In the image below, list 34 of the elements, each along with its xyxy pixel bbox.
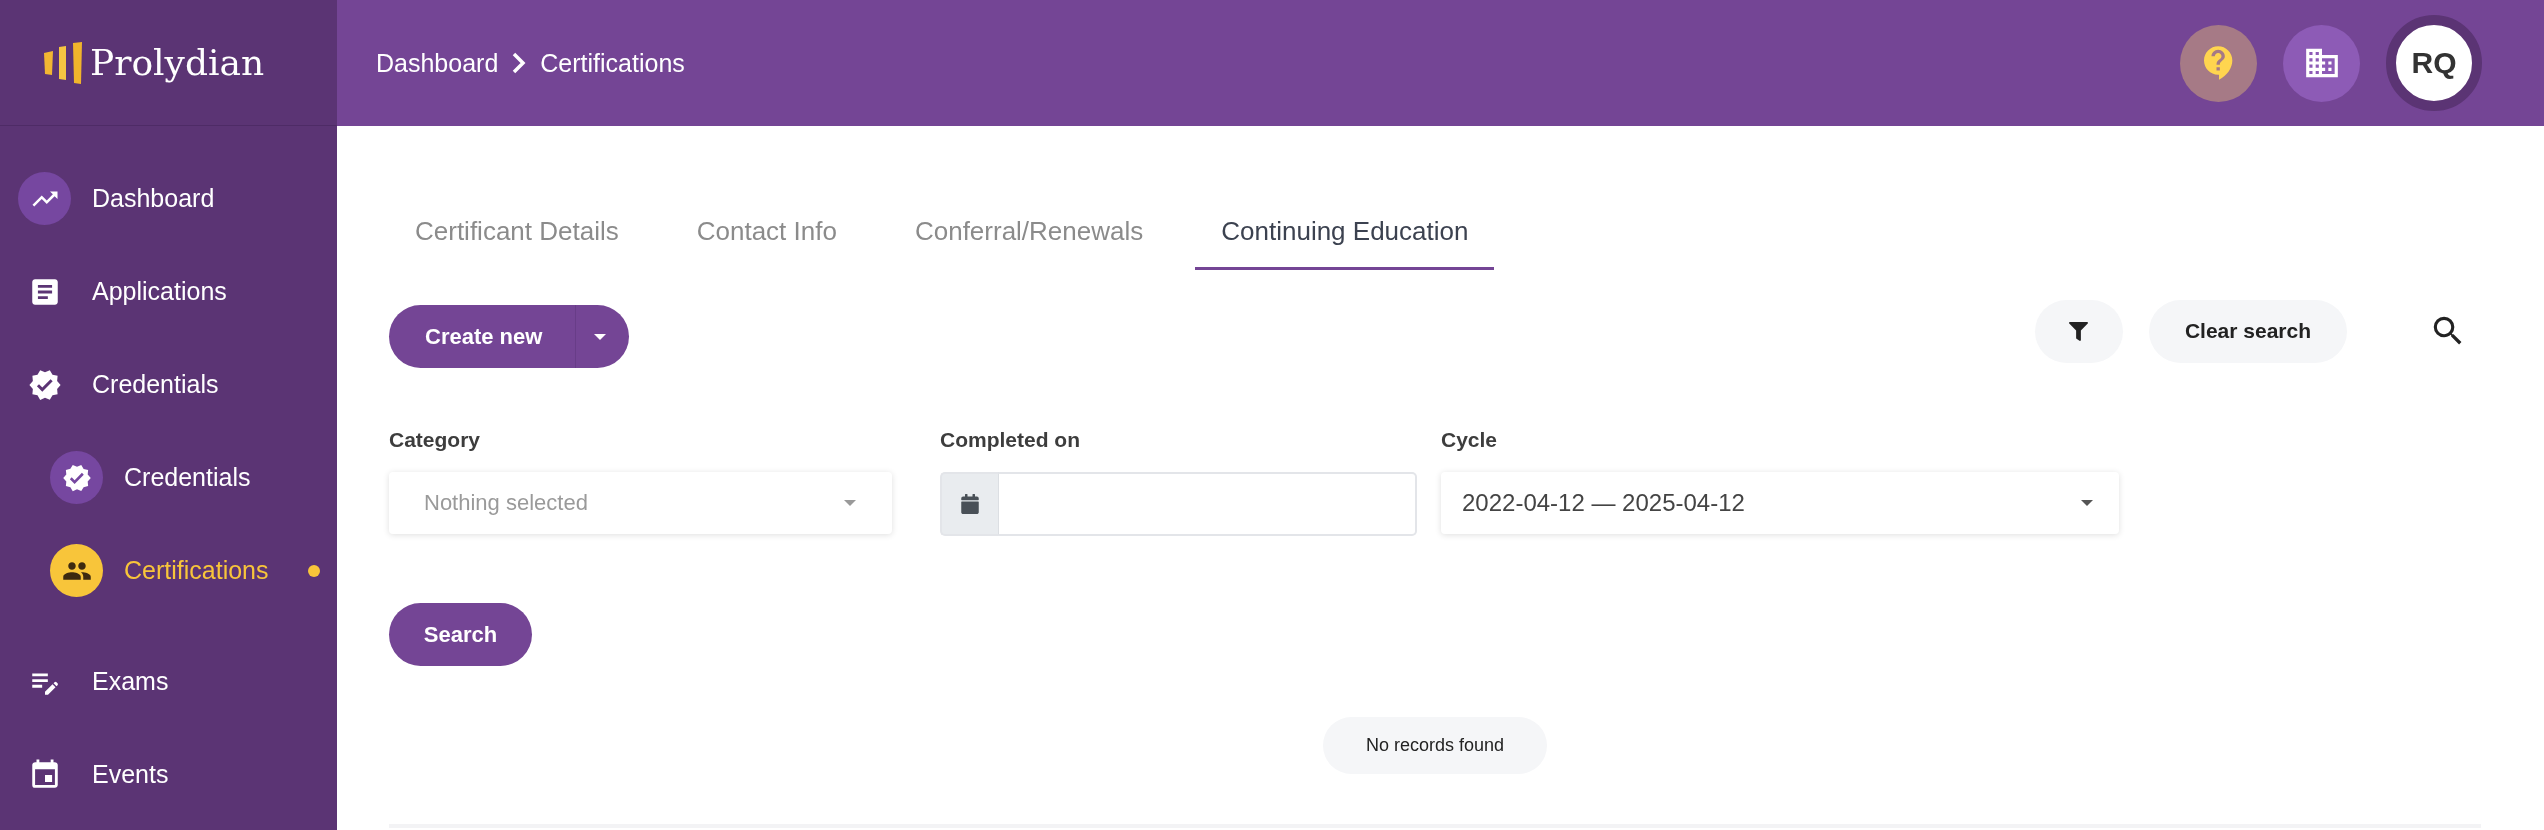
sidebar-item[interactable]: Credentials	[0, 431, 337, 524]
caret-icon	[844, 500, 856, 506]
select-field[interactable]: 2022-04-12 — 2025-04-12	[1441, 472, 2119, 534]
field-label: Cycle	[1441, 428, 1499, 452]
caret-icon	[2081, 500, 2093, 506]
breadcrumb-link[interactable]: Certifications	[540, 48, 685, 78]
sidebar-item[interactable]: Credentials	[0, 338, 337, 431]
sidebar-item[interactable]: Applications	[0, 245, 337, 338]
sidebar-item[interactable]: Exams	[0, 635, 337, 728]
sidebar-item[interactable]: Events	[0, 728, 337, 821]
clear-search-button[interactable]: Clear search	[2148, 299, 2347, 363]
caret-icon	[593, 333, 606, 340]
search-submit-button[interactable]: Search	[389, 603, 532, 666]
brush-strokes-logo-icon	[44, 41, 82, 84]
logo-text: Prolydian	[90, 44, 265, 81]
field-label: Category	[389, 428, 482, 452]
breadcrumb-link[interactable]: Dashboard	[376, 48, 499, 78]
create-new-button[interactable]: Create new	[389, 305, 576, 368]
verified-badge-icon	[27, 367, 62, 402]
sidebar-item[interactable]: Dashboard	[0, 152, 337, 245]
sidebar-item[interactable]: Certifications	[0, 524, 337, 617]
tab[interactable]: Continuing Education	[1195, 196, 1495, 270]
user-avatar[interactable]: RQ	[2386, 15, 2482, 111]
verified-badge-icon	[50, 451, 103, 504]
calendar-icon	[940, 472, 999, 536]
date-field[interactable]	[999, 472, 1417, 536]
people-icon	[50, 544, 103, 597]
chevron-right-icon	[512, 52, 527, 74]
active-dot-icon	[308, 564, 320, 577]
create-options-button[interactable]	[575, 305, 630, 368]
empty-state-message: No records found	[1322, 717, 1548, 774]
field-label: Completed on	[940, 428, 1081, 452]
filter-icon	[2069, 321, 2089, 341]
trending-up-icon	[18, 172, 71, 225]
